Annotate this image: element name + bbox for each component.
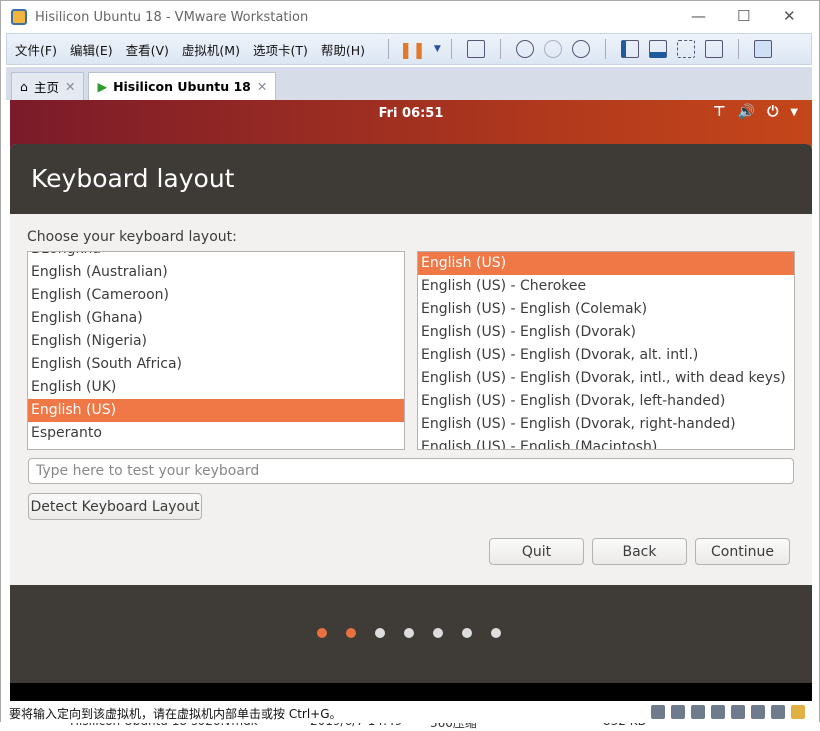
sound-icon[interactable] <box>731 705 745 719</box>
keyboard-test-input[interactable]: Type here to test your keyboard <box>28 458 794 484</box>
progress-dot <box>491 628 501 638</box>
fullscreen-icon[interactable] <box>676 40 695 58</box>
window-title: Hisilicon Ubuntu 18 - VMware Workstation <box>35 9 309 25</box>
vmware-window: Hisilicon Ubuntu 18 - VMware Workstation… <box>0 0 820 723</box>
dialog-title: Keyboard layout <box>10 144 812 214</box>
chevron-down-icon[interactable]: ▼ <box>790 107 798 120</box>
send-keys-icon[interactable] <box>466 40 485 58</box>
hdd-icon[interactable] <box>651 705 665 719</box>
printer-icon[interactable] <box>751 705 765 719</box>
vm-bottom-strip <box>10 683 812 701</box>
installer-footer <box>10 585 812 683</box>
list-item[interactable]: English (US) - English (Dvorak, right-ha… <box>418 413 794 436</box>
sidebar-view-icon[interactable] <box>620 40 639 58</box>
tab-label: Hisilicon Ubuntu 18 <box>113 79 251 94</box>
tab-vm[interactable]: ▶ Hisilicon Ubuntu 18 ✕ <box>88 72 277 100</box>
menu-help[interactable]: 帮助(H) <box>321 40 365 59</box>
vm-screen[interactable]: Fri 06:51 ⊤ 🔊 ⏻ ▼ Keyboard layout Choose yo… <box>10 100 812 683</box>
chevron-down-icon[interactable]: ▼ <box>434 44 441 54</box>
list-item[interactable]: English (US) - English (Dvorak) <box>418 321 794 344</box>
console-view-icon[interactable] <box>648 40 667 58</box>
thumbnail-view-icon[interactable] <box>753 40 772 58</box>
pause-icon[interactable]: ❚❚ <box>399 40 426 59</box>
list-item[interactable]: English (Ghana) <box>28 307 404 330</box>
list-item[interactable]: English (Cameroon) <box>28 284 404 307</box>
list-item[interactable]: English (US) - Cherokee <box>418 275 794 298</box>
menu-tabs[interactable]: 选项卡(T) <box>253 40 308 59</box>
list-item[interactable]: English (US) - English (Dvorak, alt. int… <box>418 344 794 367</box>
list-item[interactable]: English (US) - English (Macintosh) <box>418 436 794 449</box>
menu-view[interactable]: 查看(V) <box>126 40 169 59</box>
menu-file[interactable]: 文件(F) <box>15 40 57 59</box>
progress-dot <box>375 628 385 638</box>
close-icon[interactable]: ✕ <box>257 79 267 94</box>
progress-dot <box>462 628 472 638</box>
status-bar: 要将输入定向到该虚拟机，请在虚拟机内部单击或按 Ctrl+G。 <box>1 703 819 723</box>
close-icon[interactable]: ✕ <box>65 79 75 94</box>
progress-dots <box>317 628 501 638</box>
cd-icon[interactable] <box>671 705 685 719</box>
list-item[interactable]: English (US) <box>418 252 794 275</box>
network-adapter-icon[interactable] <box>691 705 705 719</box>
snapshot-manager-icon[interactable] <box>571 40 590 58</box>
list-item[interactable]: English (Nigeria) <box>28 330 404 353</box>
usb-icon[interactable] <box>711 705 725 719</box>
snapshot-icon[interactable] <box>515 40 534 58</box>
list-item[interactable]: English (US) - English (Dvorak, intl., w… <box>418 367 794 390</box>
quit-button[interactable]: Quit <box>489 538 584 565</box>
revert-snapshot-icon[interactable] <box>543 40 562 58</box>
list-item[interactable]: English (Australian) <box>28 261 404 284</box>
progress-dot <box>317 628 327 638</box>
installer-dialog: Keyboard layout Choose your keyboard lay… <box>10 144 812 683</box>
progress-dot <box>433 628 443 638</box>
list-item[interactable]: English (South Africa) <box>28 353 404 376</box>
menu-vm[interactable]: 虚拟机(M) <box>182 40 240 59</box>
list-item[interactable]: English (US) <box>28 399 404 422</box>
back-button[interactable]: Back <box>592 538 687 565</box>
home-icon: ⌂ <box>20 79 28 94</box>
list-item[interactable]: English (US) - English (Colemak) <box>418 298 794 321</box>
variant-list[interactable]: English (US) English (US) - Cherokee Engli… <box>417 251 795 450</box>
detect-layout-button[interactable]: Detect Keyboard Layout <box>28 493 202 520</box>
tab-home[interactable]: ⌂ 主页 ✕ <box>11 72 85 100</box>
minimize-button[interactable]: — <box>691 7 706 25</box>
tab-bar: ⌂ 主页 ✕ ▶ Hisilicon Ubuntu 18 ✕ <box>6 67 812 100</box>
layout-prompt: Choose your keyboard layout: <box>27 229 237 245</box>
vm-icon: ▶ <box>97 79 108 94</box>
tab-label: 主页 <box>33 80 59 95</box>
unity-icon[interactable] <box>704 40 723 58</box>
vmware-app-icon <box>11 9 27 25</box>
display-icon[interactable] <box>771 705 785 719</box>
menu-bar: 文件(F) 编辑(E) 查看(V) 虚拟机(M) 选项卡(T) 帮助(H) ❚❚… <box>6 33 812 65</box>
progress-dot <box>346 628 356 638</box>
list-item[interactable]: English (US) - English (Dvorak, left-han… <box>418 390 794 413</box>
power-icon[interactable]: ⏻ <box>767 104 778 120</box>
clock[interactable]: Fri 06:51 <box>379 106 444 121</box>
menu-edit[interactable]: 编辑(E) <box>70 40 113 59</box>
close-button[interactable]: ✕ <box>783 7 796 25</box>
maximize-button[interactable]: ☐ <box>737 7 750 25</box>
continue-button[interactable]: Continue <box>695 538 790 565</box>
message-icon[interactable] <box>791 705 805 719</box>
layout-list[interactable]: DzongkhaEnglish (Australian)English (Cam… <box>27 251 405 450</box>
progress-dot <box>404 628 414 638</box>
status-hint: 要将输入定向到该虚拟机，请在虚拟机内部单击或按 Ctrl+G。 <box>9 707 342 721</box>
list-item[interactable]: English (UK) <box>28 376 404 399</box>
network-icon[interactable]: ⊤ <box>713 104 726 120</box>
ubuntu-top-bar: Fri 06:51 ⊤ 🔊 ⏻ ▼ <box>10 100 812 127</box>
list-item[interactable]: Esperanto <box>28 422 404 445</box>
list-item[interactable]: Dzongkha <box>28 252 404 261</box>
volume-icon[interactable]: 🔊 <box>738 104 755 120</box>
